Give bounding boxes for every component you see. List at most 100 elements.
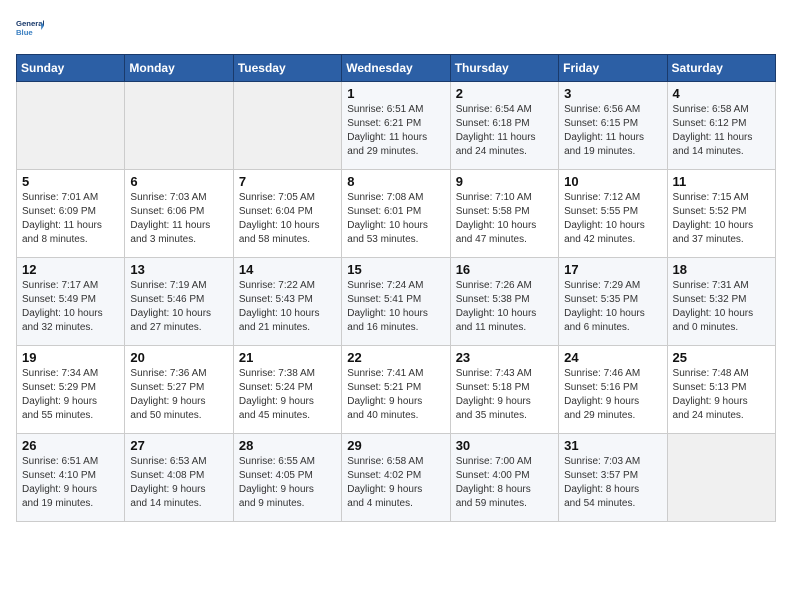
day-number: 19 — [22, 350, 119, 365]
calendar-cell: 18 Sunrise: 7:31 AM Sunset: 5:32 PM Dayli… — [667, 258, 775, 346]
day-number: 28 — [239, 438, 336, 453]
cell-content: Sunrise: 6:58 AM Sunset: 4:02 PM Dayligh… — [347, 455, 444, 511]
day-number: 18 — [673, 262, 770, 277]
day-number: 14 — [239, 262, 336, 277]
calendar-cell: 17 Sunrise: 7:29 AM Sunset: 5:35 PM Dayli… — [559, 258, 667, 346]
cell-content: Sunrise: 6:54 AM Sunset: 6:18 PM Dayligh… — [456, 103, 553, 159]
day-number: 27 — [130, 438, 227, 453]
calendar-week-row: 19Sunrise: 7:34 AM Sunset: 5:29 PM Dayli… — [17, 346, 776, 434]
day-number: 1 — [347, 86, 444, 101]
calendar-cell: 16 Sunrise: 7:26 AM Sunset: 5:38 PM Dayli… — [450, 258, 558, 346]
day-of-week-header: Tuesday — [233, 55, 341, 82]
day-number: 7 — [239, 174, 336, 189]
day-number: 6 — [130, 174, 227, 189]
cell-content: Sunrise: 7:05 AM Sunset: 6:04 PM Dayligh… — [239, 191, 336, 247]
cell-content: Sunrise: 7:08 AM Sunset: 6:01 PM Dayligh… — [347, 191, 444, 247]
day-number: 25 — [673, 350, 770, 365]
cell-content: Sunrise: 7:15 AM Sunset: 5:52 PM Dayligh… — [673, 191, 770, 247]
calendar-cell: 5 Sunrise: 7:01 AM Sunset: 6:09 PM Daylig… — [17, 170, 125, 258]
logo: General Blue — [16, 16, 44, 44]
day-number: 23 — [456, 350, 553, 365]
calendar-cell: 11Sunrise: 7:15 AM Sunset: 5:52 PM Dayli… — [667, 170, 775, 258]
day-number: 13 — [130, 262, 227, 277]
calendar-cell: 28 Sunrise: 6:55 AM Sunset: 4:05 PM Dayli… — [233, 434, 341, 522]
calendar-cell: 1 Sunrise: 6:51 AM Sunset: 6:21 PM Daylig… — [342, 82, 450, 170]
svg-text:Blue: Blue — [16, 28, 33, 37]
page-header: General Blue — [16, 16, 776, 44]
day-number: 2 — [456, 86, 553, 101]
cell-content: Sunrise: 7:01 AM Sunset: 6:09 PM Dayligh… — [22, 191, 119, 247]
day-number: 24 — [564, 350, 661, 365]
calendar-cell — [125, 82, 233, 170]
calendar-cell: 26 Sunrise: 6:51 AM Sunset: 4:10 PM Dayli… — [17, 434, 125, 522]
day-number: 9 — [456, 174, 553, 189]
cell-content: Sunrise: 7:00 AM Sunset: 4:00 PM Dayligh… — [456, 455, 553, 511]
calendar-cell — [17, 82, 125, 170]
day-number: 15 — [347, 262, 444, 277]
cell-content: Sunrise: 7:19 AM Sunset: 5:46 PM Dayligh… — [130, 279, 227, 335]
day-of-week-header: Monday — [125, 55, 233, 82]
day-number: 31 — [564, 438, 661, 453]
calendar-cell: 23 Sunrise: 7:43 AM Sunset: 5:18 PM Dayli… — [450, 346, 558, 434]
day-number: 30 — [456, 438, 553, 453]
calendar-body: 1 Sunrise: 6:51 AM Sunset: 6:21 PM Daylig… — [17, 82, 776, 522]
day-number: 21 — [239, 350, 336, 365]
calendar-cell: 29 Sunrise: 6:58 AM Sunset: 4:02 PM Dayli… — [342, 434, 450, 522]
cell-content: Sunrise: 7:12 AM Sunset: 5:55 PM Dayligh… — [564, 191, 661, 247]
calendar-table: SundayMondayTuesdayWednesdayThursdayFrid… — [16, 54, 776, 522]
calendar-cell: 21 Sunrise: 7:38 AM Sunset: 5:24 PM Dayli… — [233, 346, 341, 434]
calendar-cell: 19Sunrise: 7:34 AM Sunset: 5:29 PM Dayli… — [17, 346, 125, 434]
cell-content: Sunrise: 7:48 AM Sunset: 5:13 PM Dayligh… — [673, 367, 770, 423]
calendar-cell: 14 Sunrise: 7:22 AM Sunset: 5:43 PM Dayli… — [233, 258, 341, 346]
cell-content: Sunrise: 7:43 AM Sunset: 5:18 PM Dayligh… — [456, 367, 553, 423]
cell-content: Sunrise: 7:17 AM Sunset: 5:49 PM Dayligh… — [22, 279, 119, 335]
day-number: 20 — [130, 350, 227, 365]
cell-content: Sunrise: 7:36 AM Sunset: 5:27 PM Dayligh… — [130, 367, 227, 423]
day-of-week-header: Sunday — [17, 55, 125, 82]
day-number: 8 — [347, 174, 444, 189]
calendar-week-row: 1 Sunrise: 6:51 AM Sunset: 6:21 PM Daylig… — [17, 82, 776, 170]
day-of-week-header: Saturday — [667, 55, 775, 82]
calendar-cell: 9Sunrise: 7:10 AM Sunset: 5:58 PM Daylig… — [450, 170, 558, 258]
calendar-cell: 15Sunrise: 7:24 AM Sunset: 5:41 PM Dayli… — [342, 258, 450, 346]
day-number: 3 — [564, 86, 661, 101]
calendar-week-row: 5 Sunrise: 7:01 AM Sunset: 6:09 PM Daylig… — [17, 170, 776, 258]
day-number: 12 — [22, 262, 119, 277]
calendar-cell: 27 Sunrise: 6:53 AM Sunset: 4:08 PM Dayli… — [125, 434, 233, 522]
day-number: 26 — [22, 438, 119, 453]
cell-content: Sunrise: 7:31 AM Sunset: 5:32 PM Dayligh… — [673, 279, 770, 335]
cell-content: Sunrise: 7:29 AM Sunset: 5:35 PM Dayligh… — [564, 279, 661, 335]
cell-content: Sunrise: 6:51 AM Sunset: 6:21 PM Dayligh… — [347, 103, 444, 159]
calendar-cell: 12 Sunrise: 7:17 AM Sunset: 5:49 PM Dayli… — [17, 258, 125, 346]
cell-content: Sunrise: 6:55 AM Sunset: 4:05 PM Dayligh… — [239, 455, 336, 511]
day-number: 4 — [673, 86, 770, 101]
cell-content: Sunrise: 6:51 AM Sunset: 4:10 PM Dayligh… — [22, 455, 119, 511]
day-number: 29 — [347, 438, 444, 453]
calendar-cell — [667, 434, 775, 522]
calendar-cell: 10 Sunrise: 7:12 AM Sunset: 5:55 PM Dayli… — [559, 170, 667, 258]
calendar-header-row: SundayMondayTuesdayWednesdayThursdayFrid… — [17, 55, 776, 82]
day-number: 5 — [22, 174, 119, 189]
calendar-cell: 13 Sunrise: 7:19 AM Sunset: 5:46 PM Dayli… — [125, 258, 233, 346]
day-number: 10 — [564, 174, 661, 189]
day-number: 16 — [456, 262, 553, 277]
day-number: 17 — [564, 262, 661, 277]
calendar-cell: 31Sunrise: 7:03 AM Sunset: 3:57 PM Dayli… — [559, 434, 667, 522]
calendar-cell: 30 Sunrise: 7:00 AM Sunset: 4:00 PM Dayli… — [450, 434, 558, 522]
calendar-cell: 6Sunrise: 7:03 AM Sunset: 6:06 PM Daylig… — [125, 170, 233, 258]
calendar-cell: 4 Sunrise: 6:58 AM Sunset: 6:12 PM Daylig… — [667, 82, 775, 170]
calendar-cell: 24Sunrise: 7:46 AM Sunset: 5:16 PM Dayli… — [559, 346, 667, 434]
cell-content: Sunrise: 6:58 AM Sunset: 6:12 PM Dayligh… — [673, 103, 770, 159]
cell-content: Sunrise: 6:56 AM Sunset: 6:15 PM Dayligh… — [564, 103, 661, 159]
day-of-week-header: Wednesday — [342, 55, 450, 82]
cell-content: Sunrise: 6:53 AM Sunset: 4:08 PM Dayligh… — [130, 455, 227, 511]
calendar-week-row: 12 Sunrise: 7:17 AM Sunset: 5:49 PM Dayli… — [17, 258, 776, 346]
cell-content: Sunrise: 7:26 AM Sunset: 5:38 PM Dayligh… — [456, 279, 553, 335]
cell-content: Sunrise: 7:22 AM Sunset: 5:43 PM Dayligh… — [239, 279, 336, 335]
calendar-cell: 22Sunrise: 7:41 AM Sunset: 5:21 PM Dayli… — [342, 346, 450, 434]
calendar-cell — [233, 82, 341, 170]
day-of-week-header: Thursday — [450, 55, 558, 82]
cell-content: Sunrise: 7:38 AM Sunset: 5:24 PM Dayligh… — [239, 367, 336, 423]
svg-text:General: General — [16, 19, 44, 28]
logo-icon: General Blue — [16, 16, 44, 44]
